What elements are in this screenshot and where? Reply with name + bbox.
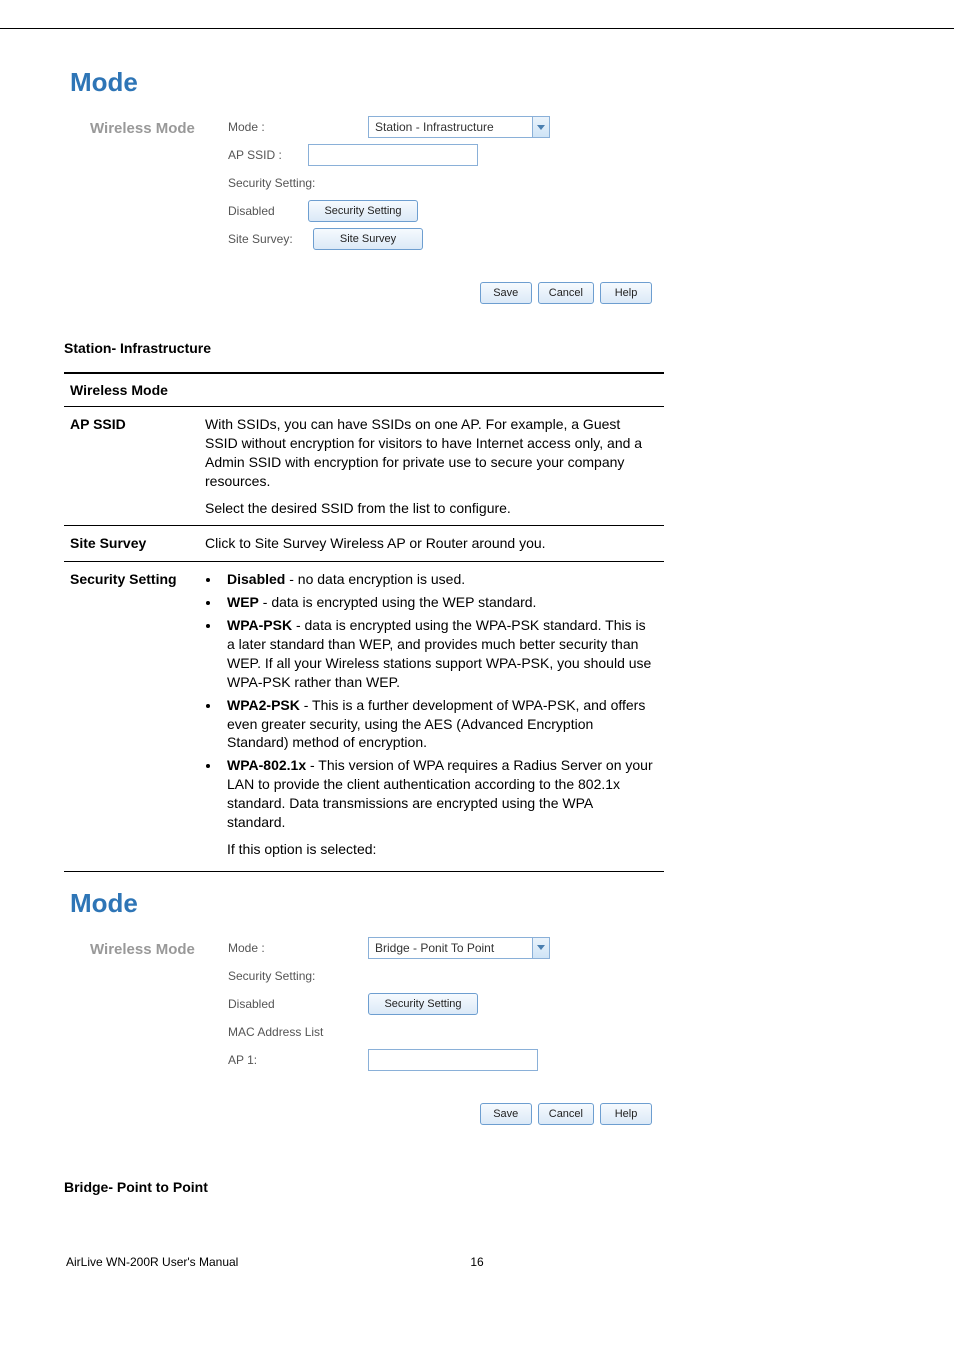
panel-button-row: Save Cancel Help bbox=[64, 282, 656, 304]
chevron-down-icon bbox=[532, 937, 550, 959]
mode-dropdown[interactable]: Station - Infrastructure bbox=[368, 116, 550, 138]
wireless-mode-table: Wireless Mode AP SSID With SSIDs, you ca… bbox=[64, 372, 664, 872]
save-button[interactable]: Save bbox=[480, 1103, 532, 1125]
section-label: Wireless Mode bbox=[90, 937, 210, 1077]
section-label: Wireless Mode bbox=[90, 116, 210, 256]
panel-title: Mode bbox=[70, 888, 890, 919]
security-setting-label: Security Setting: bbox=[228, 969, 315, 983]
ap1-label: AP 1: bbox=[228, 1053, 368, 1067]
ap-ssid-input[interactable] bbox=[308, 144, 478, 166]
cell-key-sitesurvey: Site Survey bbox=[64, 526, 199, 562]
mac-address-list-label: MAC Address List bbox=[228, 1025, 323, 1039]
mode-dropdown-value: Station - Infrastructure bbox=[368, 116, 532, 138]
security-status: Disabled bbox=[228, 204, 308, 218]
site-survey-label: Site Survey: bbox=[228, 232, 313, 246]
caption-station: Station- Infrastructure bbox=[64, 340, 890, 356]
cell-val-apssid: With SSIDs, you can have SSIDs on one AP… bbox=[199, 407, 664, 526]
security-setting-button[interactable]: Security Setting bbox=[368, 993, 478, 1015]
cell-val-security: Disabled - no data encryption is used. W… bbox=[199, 562, 664, 871]
cancel-button[interactable]: Cancel bbox=[538, 282, 594, 304]
ap1-input[interactable] bbox=[368, 1049, 538, 1071]
table-header: Wireless Mode bbox=[64, 373, 664, 407]
save-button[interactable]: Save bbox=[480, 282, 532, 304]
help-button[interactable]: Help bbox=[600, 282, 652, 304]
mode-label: Mode : bbox=[228, 120, 368, 134]
mode-panel-station: Mode Wireless Mode Mode : Station - Infr… bbox=[64, 59, 890, 324]
panel-title: Mode bbox=[70, 67, 890, 98]
security-setting-button[interactable]: Security Setting bbox=[308, 200, 418, 222]
footer-manual-title: AirLive WN-200R User's Manual bbox=[66, 1255, 238, 1269]
chevron-down-icon bbox=[532, 116, 550, 138]
security-setting-label: Security Setting: bbox=[228, 176, 315, 190]
mode-panel-bridge: Mode Wireless Mode Mode : Bridge - Ponit… bbox=[64, 880, 890, 1145]
mode-label: Mode : bbox=[228, 941, 368, 955]
mode-dropdown-value: Bridge - Ponit To Point bbox=[368, 937, 532, 959]
panel-button-row: Save Cancel Help bbox=[64, 1103, 656, 1125]
site-survey-button[interactable]: Site Survey bbox=[313, 228, 423, 250]
cell-key-apssid: AP SSID bbox=[64, 407, 199, 526]
cell-val-sitesurvey: Click to Site Survey Wireless AP or Rout… bbox=[199, 526, 664, 562]
caption-bridge: Bridge- Point to Point bbox=[64, 1179, 890, 1195]
cancel-button[interactable]: Cancel bbox=[538, 1103, 594, 1125]
help-button[interactable]: Help bbox=[600, 1103, 652, 1125]
ap-ssid-label: AP SSID : bbox=[228, 148, 308, 162]
mode-dropdown[interactable]: Bridge - Ponit To Point bbox=[368, 937, 550, 959]
security-status: Disabled bbox=[228, 997, 368, 1011]
cell-key-security: Security Setting bbox=[64, 562, 199, 871]
footer-page-number: 16 bbox=[470, 1255, 483, 1269]
page-footer: AirLive WN-200R User's Manual 16 bbox=[64, 1255, 890, 1269]
